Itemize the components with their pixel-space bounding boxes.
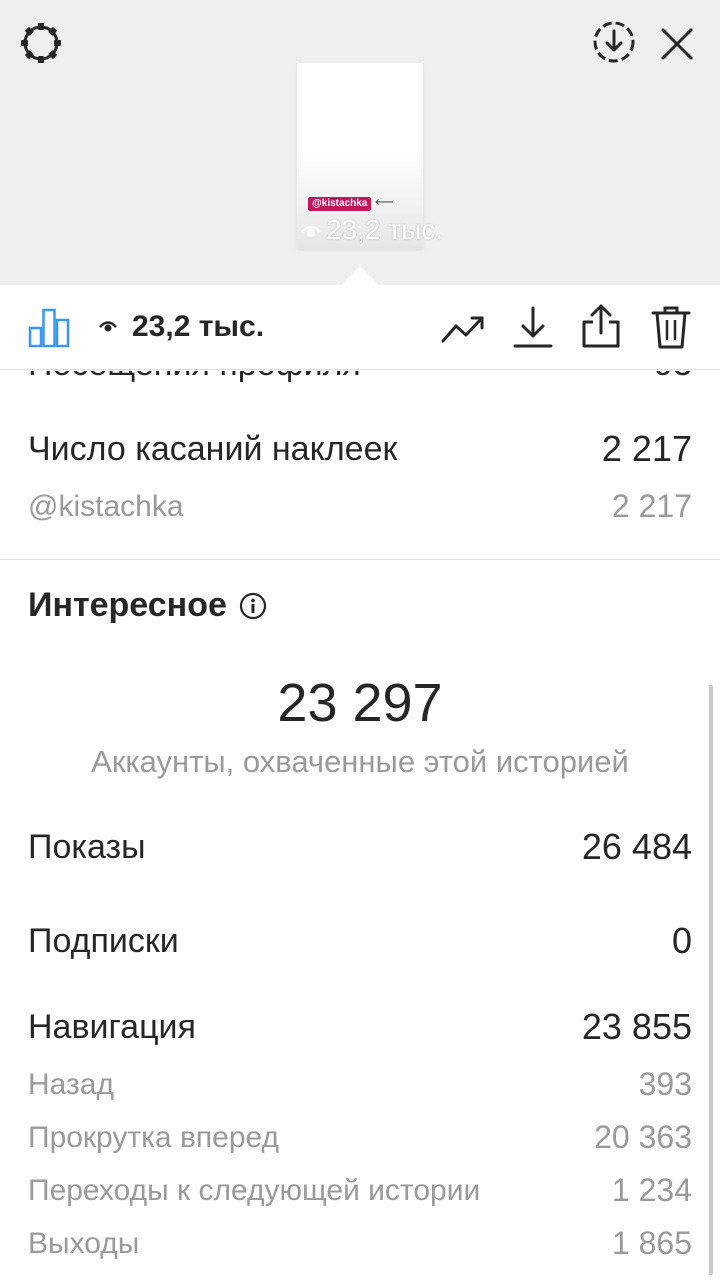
gear-icon[interactable] (18, 20, 64, 66)
preview-views-count: 23,2 тыс. (300, 212, 443, 248)
download-icon[interactable] (512, 304, 554, 350)
follows-row: Подписки 0 (28, 920, 692, 962)
impressions-row: Показы 26 484 (28, 826, 692, 868)
nav-forward-value: 20 363 (594, 1119, 692, 1155)
sticker-taps-sub-row: @kistachka 2 217 (28, 488, 692, 525)
nav-exits-row: Выходы 1 865 (28, 1225, 692, 1262)
nav-back-label: Назад (28, 1067, 114, 1101)
profile-visits-label: Посещения профиля (28, 371, 361, 383)
nav-exits-label: Выходы (28, 1226, 140, 1260)
navigation-row: Навигация 23 855 (28, 1006, 692, 1048)
info-icon[interactable] (239, 592, 267, 620)
navigation-label: Навигация (28, 1007, 196, 1046)
story-preview-area: @kistachka ⟵ 23,2 тыс. (0, 0, 720, 286)
nav-forward-label: Прокрутка вперед (28, 1120, 280, 1154)
nav-next-story-row: Переходы к следующей истории 1 234 (28, 1172, 692, 1209)
trending-icon[interactable] (440, 308, 486, 348)
follows-label: Подписки (28, 921, 179, 960)
share-icon[interactable] (580, 302, 622, 350)
discovery-title: Интересное (28, 586, 227, 624)
sticker-taps-value: 2 217 (601, 428, 692, 469)
section-title: Интересное (28, 586, 267, 625)
views-count: 23,2 тыс. (132, 310, 265, 343)
scrollbar[interactable] (709, 685, 713, 1275)
preview-views-label: 23,2 тыс. (326, 214, 444, 245)
profile-visits-value: 93 (654, 371, 692, 383)
impressions-label: Показы (28, 827, 146, 866)
sticker-taps-label: Число касаний наклеек (28, 429, 398, 468)
nav-exits-value: 1 865 (611, 1225, 692, 1261)
nav-forward-row: Прокрутка вперед 20 363 (28, 1119, 692, 1156)
arrow-left-icon: ⟵ (375, 194, 394, 209)
sticker-taps-row: Число касаний наклеек 2 217 (28, 428, 692, 470)
insights-toolbar: 23,2 тыс. (0, 286, 720, 370)
section-divider (0, 559, 720, 560)
accounts-reached-caption: Аккаунты, охваченные этой историей (91, 744, 629, 779)
sticker-username-value: 2 217 (611, 488, 692, 524)
nav-next-story-label: Переходы к следующей истории (28, 1173, 481, 1207)
sticker-username[interactable]: @kistachka (28, 490, 184, 524)
eye-icon (301, 225, 321, 237)
nav-back-value: 393 (638, 1066, 692, 1102)
accounts-reached-value: 23 297 (277, 673, 443, 733)
follows-value: 0 (671, 920, 692, 961)
trash-icon[interactable] (650, 304, 692, 350)
navigation-value: 23 855 (581, 1006, 692, 1047)
download-circle-icon[interactable] (590, 18, 638, 66)
mention-sticker: @kistachka (308, 197, 372, 211)
profile-visits-row: Посещения профиля 93 (28, 371, 692, 383)
close-icon[interactable] (655, 22, 699, 66)
nav-back-row: Назад 393 (28, 1066, 692, 1103)
eye-icon (98, 317, 118, 335)
bar-chart-icon[interactable] (28, 306, 70, 348)
preview-pointer (340, 266, 380, 286)
impressions-value: 26 484 (581, 826, 692, 867)
nav-next-story-value: 1 234 (611, 1172, 692, 1208)
